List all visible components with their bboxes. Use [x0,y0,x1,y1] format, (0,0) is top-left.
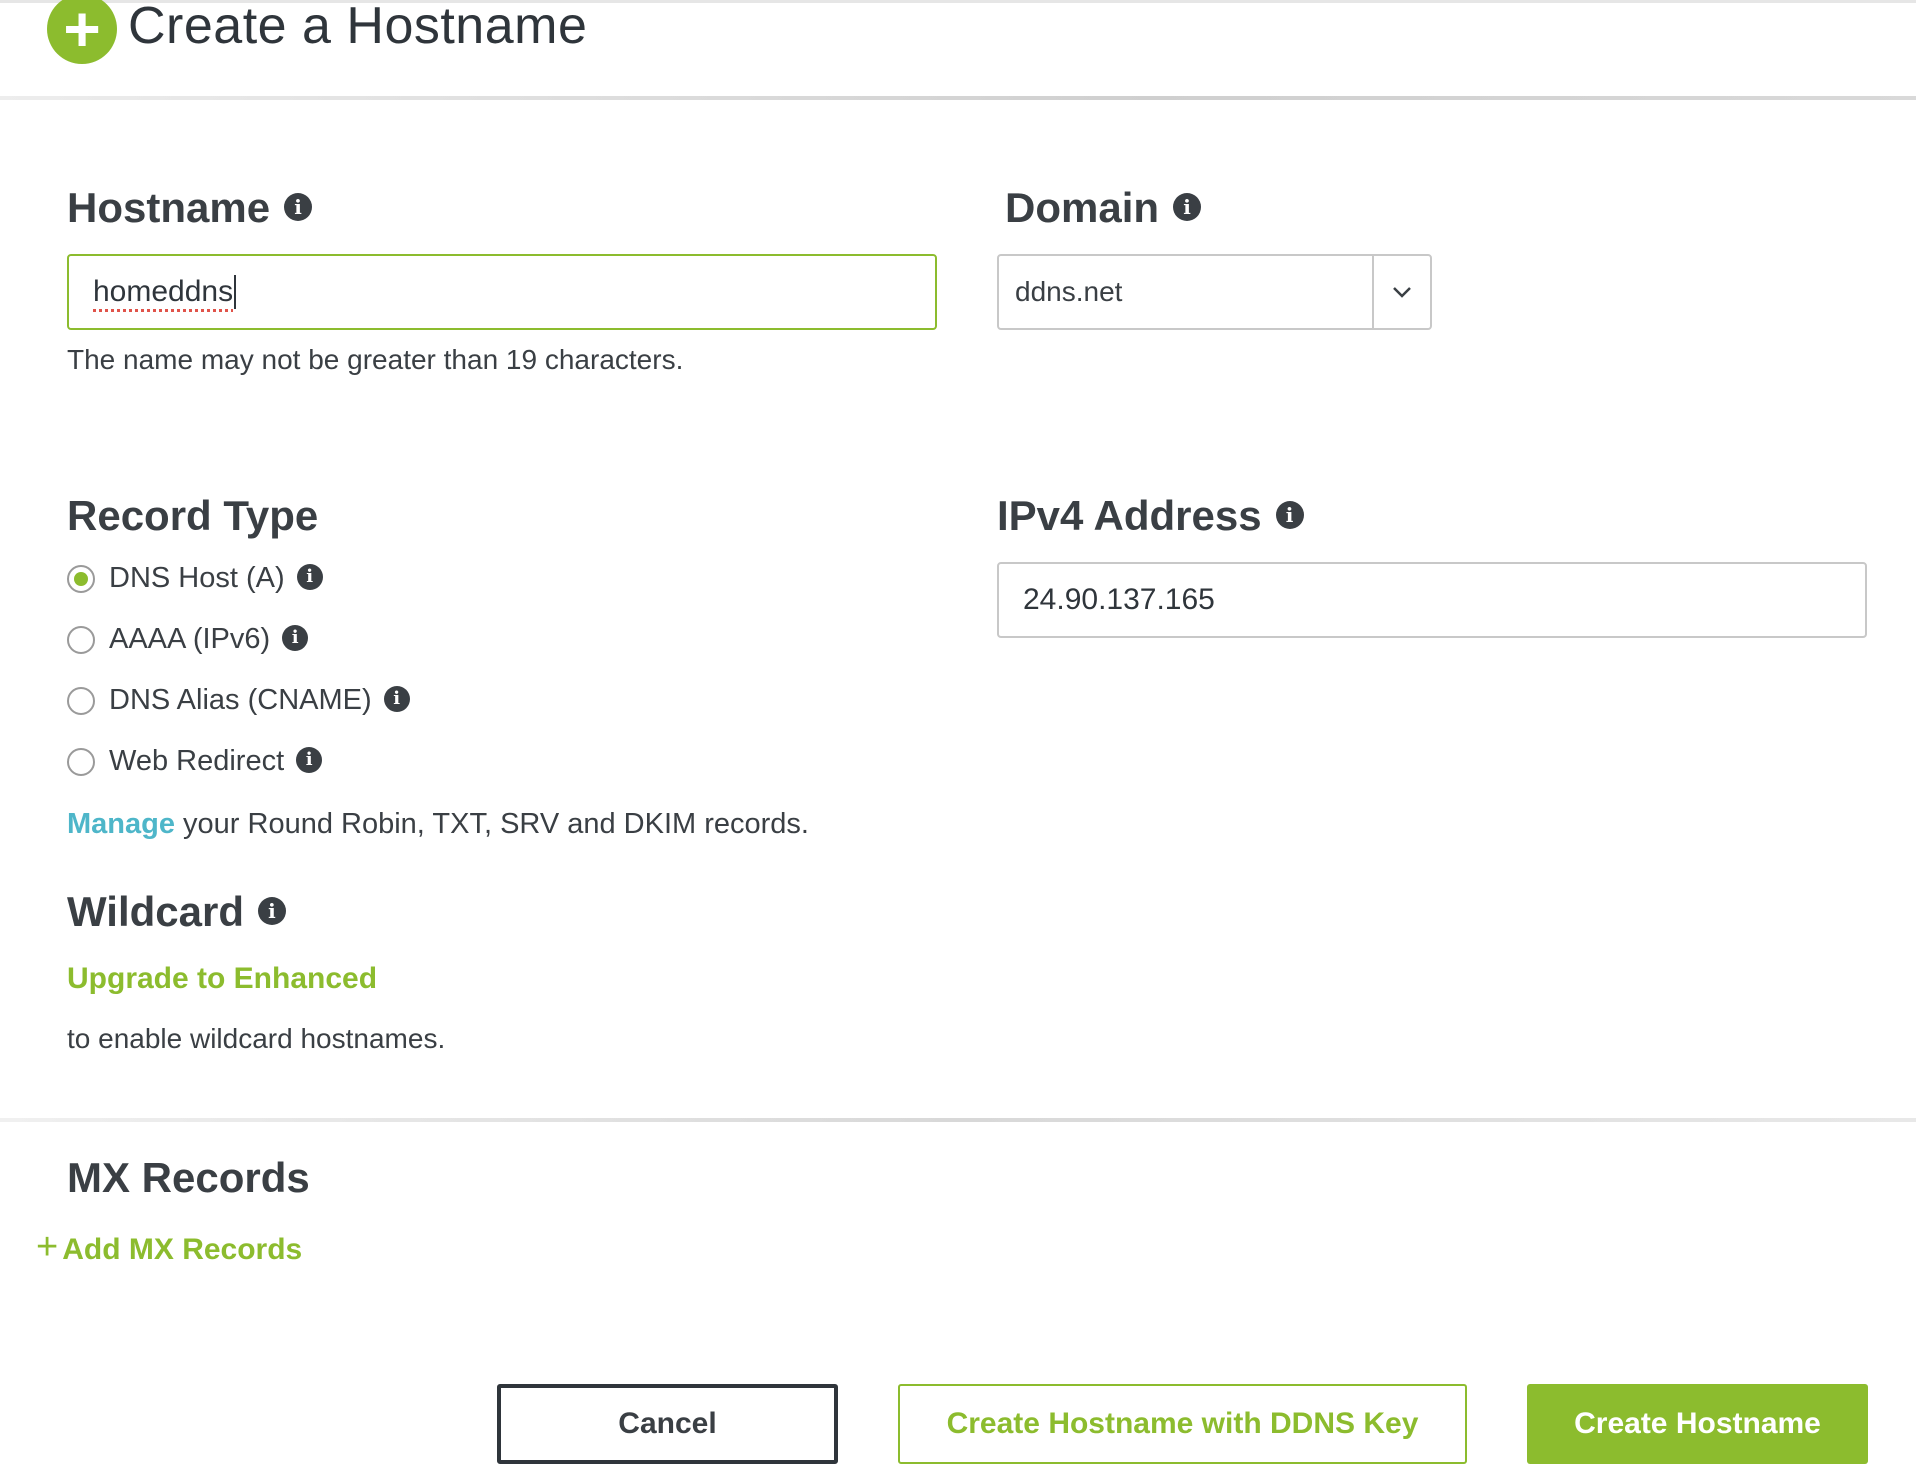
page-title: Create a Hostname [128,0,588,55]
record-type-option-label: DNS Alias (CNAME) [109,684,372,716]
record-type-option-aaaa[interactable]: AAAA (IPv6) i [67,623,309,656]
record-type-option-label: AAAA (IPv6) [109,623,271,655]
record-type-label: Record Type [67,492,319,539]
hostname-label: Hostname i [67,184,313,232]
wildcard-info-icon[interactable]: i [257,896,286,925]
text-cursor [234,275,237,309]
ipv4-info-icon[interactable]: i [1275,500,1304,529]
chevron-down-icon[interactable] [1372,256,1430,328]
radio-unchecked[interactable] [67,686,95,715]
domain-info-icon[interactable]: i [1173,192,1202,221]
section-divider [0,1118,1916,1122]
wildcard-text: to enable wildcard hostnames. [67,1023,446,1054]
hostname-hint: The name may not be greater than 19 char… [67,344,684,375]
mx-records-label: MX Records [67,1154,310,1201]
hostname-input[interactable]: homeddns [67,254,937,330]
record-type-option-cname[interactable]: DNS Alias (CNAME) i [67,684,410,717]
manage-link[interactable]: Manage [67,808,175,840]
ipv4-input-value: 24.90.137.165 [1023,583,1215,616]
record-type-option-label: DNS Host (A) [109,562,285,594]
domain-select-value: ddns.net [1015,276,1123,307]
header-divider [0,96,1916,100]
create-hostname-button[interactable]: Create Hostname [1527,1384,1868,1464]
hostname-input-value: homeddns [93,275,234,308]
add-mx-records-label: Add MX Records [62,1232,303,1266]
radio-unchecked[interactable] [67,747,95,776]
dns-host-info-icon[interactable]: i [296,563,323,590]
record-type-option-a[interactable]: DNS Host (A) i [67,562,323,595]
record-type-option-label: Web Redirect [109,745,285,777]
add-mx-records-button[interactable]: + Add MX Records [36,1226,303,1271]
plus-icon: + [36,1226,59,1268]
wildcard-label: Wildcard i [67,888,286,936]
cname-info-icon[interactable]: i [383,685,410,712]
manage-text: your Round Robin, TXT, SRV and DKIM reco… [183,808,809,840]
plus-circle-icon: + [47,0,117,64]
record-type-option-redirect[interactable]: Web Redirect i [67,745,323,778]
domain-label: Domain i [1005,184,1202,232]
aaaa-info-icon[interactable]: i [282,624,309,651]
domain-select[interactable]: ddns.net [997,254,1432,330]
web-redirect-info-icon[interactable]: i [296,746,323,773]
upgrade-enhanced-link[interactable]: Upgrade to Enhanced [67,962,377,996]
ipv4-label: IPv4 Address i [997,492,1304,540]
create-hostname-ddns-key-button[interactable]: Create Hostname with DDNS Key [898,1384,1467,1464]
hostname-info-icon[interactable]: i [284,192,313,221]
cancel-button[interactable]: Cancel [497,1384,838,1464]
radio-unchecked[interactable] [67,625,95,654]
ipv4-input[interactable]: 24.90.137.165 [997,562,1867,638]
radio-checked[interactable] [67,564,95,593]
manage-records-line: Manage your Round Robin, TXT, SRV and DK… [67,808,809,841]
